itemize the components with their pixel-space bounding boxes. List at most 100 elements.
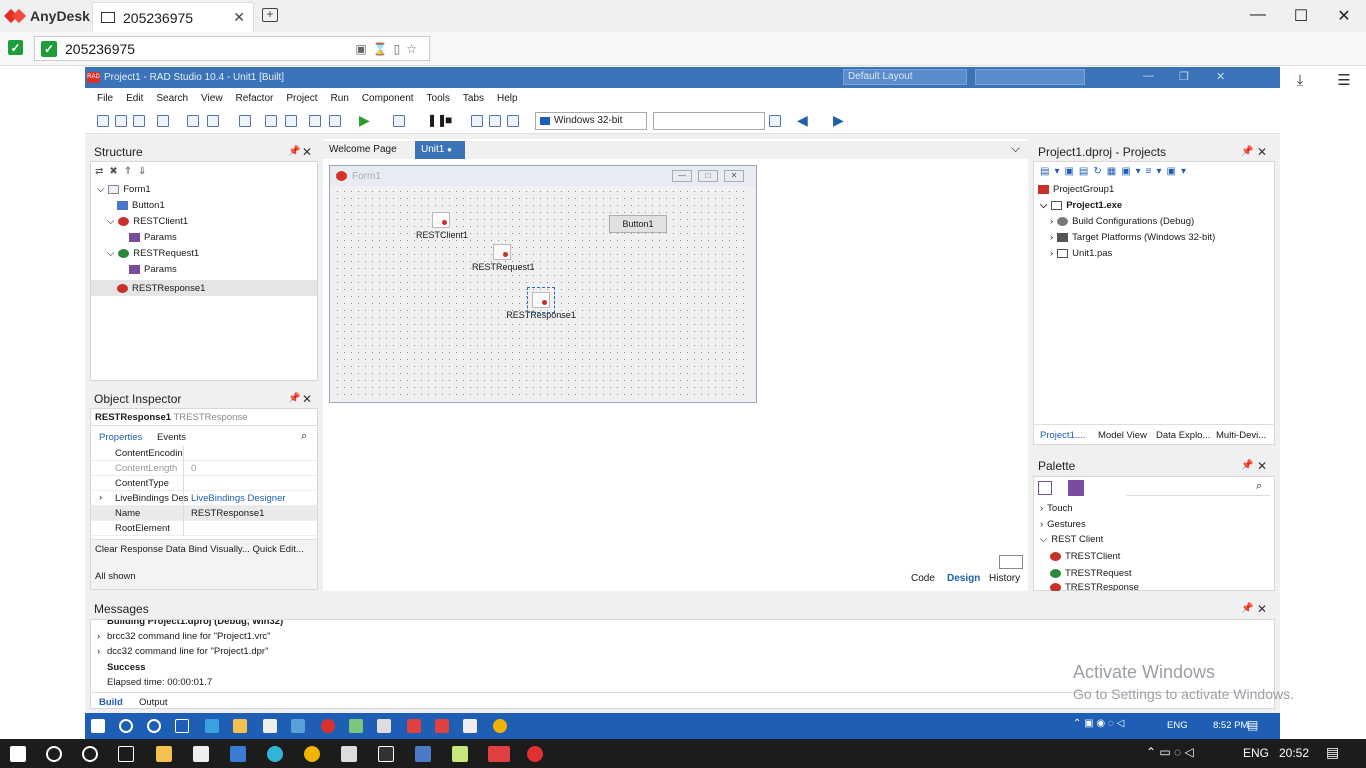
rest-request-component[interactable]: RESTRequest1: [472, 244, 535, 272]
configuration-select[interactable]: [653, 112, 765, 130]
tree-item[interactable]: ProjectGroup1: [1038, 184, 1114, 195]
session-tab[interactable]: 205236975 ✕: [92, 2, 254, 32]
tab-build[interactable]: Build: [99, 697, 123, 708]
message-line[interactable]: Elapsed time: 00:00:01.7: [107, 677, 212, 688]
menu-icon[interactable]: ☰: [1333, 70, 1355, 92]
ide-search-input[interactable]: [975, 69, 1085, 85]
remote-clock[interactable]: 8:52 PM: [1213, 720, 1248, 731]
close-icon[interactable]: ✕: [302, 145, 312, 159]
search-icon[interactable]: ⌕: [1256, 480, 1262, 493]
system-tray-icons[interactable]: ⌃ ▣ ◉ ◌ ◁: [1073, 718, 1124, 729]
local-lang[interactable]: ENG: [1243, 746, 1269, 760]
mail-icon[interactable]: [230, 746, 246, 762]
tree-item[interactable]: ⌵ RESTRequest1: [107, 248, 199, 259]
palette-item[interactable]: TRESTResponse: [1050, 583, 1139, 591]
remove-file-icon[interactable]: [329, 115, 341, 127]
tree-item[interactable]: › Unit1.pas: [1050, 248, 1112, 259]
tab-projects[interactable]: Project1....: [1040, 430, 1085, 441]
device-icon[interactable]: [769, 115, 781, 127]
system-tray-icons[interactable]: ⌃ ▭ ◌ ◁: [1146, 745, 1194, 759]
save-as-icon[interactable]: [265, 115, 277, 127]
pin-icon[interactable]: 📌: [288, 393, 300, 404]
explorer-icon[interactable]: [156, 746, 172, 762]
menu-project[interactable]: Project: [286, 93, 317, 104]
component-selector[interactable]: RESTResponse1 TRESTResponse: [91, 409, 317, 426]
rest-client-component[interactable]: RESTClient1: [416, 212, 468, 240]
close-icon[interactable]: ✕: [1257, 459, 1267, 473]
stop-icon[interactable]: ■: [445, 113, 452, 127]
palette-category[interactable]: › Touch: [1040, 503, 1073, 514]
message-line[interactable]: Success: [107, 662, 146, 673]
maximize-button[interactable]: ☐: [1291, 6, 1311, 26]
menu-search[interactable]: Search: [156, 93, 188, 104]
tab-close-icon[interactable]: ✕: [233, 9, 245, 26]
palette-category[interactable]: › Gestures: [1040, 519, 1086, 530]
form1-window[interactable]: Form1 — □ ✕ RESTClient1 RESTRequest1 RES…: [329, 165, 757, 403]
close-icon[interactable]: ✕: [1257, 602, 1267, 616]
menu-file[interactable]: File: [97, 93, 113, 104]
tab-unit1[interactable]: Unit1 ●: [415, 141, 465, 159]
tree-item[interactable]: Params: [129, 232, 177, 243]
chrome-icon[interactable]: [493, 719, 507, 733]
layout-select[interactable]: Default Layout: [843, 69, 967, 85]
remote-lang[interactable]: ENG: [1167, 720, 1188, 731]
property-row[interactable]: ContentLength 0: [91, 461, 317, 476]
save-all-icon[interactable]: [157, 115, 169, 127]
clear-response-data-link[interactable]: Clear Response Data: [95, 544, 186, 555]
ide-minimize-button[interactable]: —: [1143, 70, 1154, 82]
menu-tools[interactable]: Tools: [427, 93, 450, 104]
task-view-icon[interactable]: [175, 719, 189, 733]
message-line[interactable]: › dcc32 command line for "Project1.dpr": [97, 646, 268, 657]
notepad-icon[interactable]: [349, 719, 363, 733]
address-actions-icons[interactable]: ▣⌛▯☆: [355, 42, 423, 56]
structure-toolbar-icons[interactable]: ⇄✖⇑⇓: [95, 166, 153, 177]
notification-icon[interactable]: ▤: [1247, 718, 1258, 732]
search-icon[interactable]: [46, 746, 62, 762]
run-without-debug-icon[interactable]: [393, 115, 405, 127]
edge-icon[interactable]: [205, 719, 219, 733]
form-preview-icon[interactable]: [999, 555, 1023, 569]
store-icon[interactable]: [193, 746, 209, 762]
store-icon[interactable]: [263, 719, 277, 733]
save-project-icon[interactable]: [239, 115, 251, 127]
quick-edit-link[interactable]: Quick Edit...: [253, 544, 304, 555]
local-clock[interactable]: 20:52: [1279, 746, 1309, 760]
cmd-icon[interactable]: [378, 746, 394, 762]
address-bar[interactable]: ✓ 205236975 ▣⌛▯☆: [34, 36, 430, 61]
pin-icon[interactable]: 📌: [1241, 460, 1253, 471]
run-to-cursor-icon[interactable]: [507, 115, 519, 127]
explorer-icon[interactable]: [233, 719, 247, 733]
menu-run[interactable]: Run: [330, 93, 348, 104]
app-icon[interactable]: [463, 719, 477, 733]
ide-close-button[interactable]: ✕: [1216, 70, 1225, 83]
menu-edit[interactable]: Edit: [126, 93, 143, 104]
photos-icon[interactable]: [415, 746, 431, 762]
rest-response-component[interactable]: RESTResponse1: [506, 287, 576, 320]
message-line[interactable]: › brcc32 command line for "Project1.vrc": [97, 631, 271, 642]
revert-icon[interactable]: [285, 115, 297, 127]
close-icon[interactable]: ✕: [1257, 145, 1267, 159]
anydesk-icon[interactable]: [488, 746, 510, 762]
property-row[interactable]: › LiveBindings Des LiveBindings Designer: [91, 491, 317, 506]
pin-icon[interactable]: 📌: [288, 146, 300, 157]
open-folder-icon[interactable]: [309, 115, 321, 127]
tab-events[interactable]: Events: [157, 432, 186, 443]
trace-into-icon[interactable]: [489, 115, 501, 127]
app-icon[interactable]: [527, 746, 543, 762]
tree-item[interactable]: ⌵ Form1: [97, 184, 151, 195]
anydesk-icon[interactable]: [407, 719, 421, 733]
tree-item[interactable]: › Target Platforms (Windows 32-bit): [1050, 232, 1215, 243]
back-arrow-icon[interactable]: ◀: [797, 112, 808, 129]
close-button[interactable]: ✕: [1334, 6, 1354, 26]
tab-code[interactable]: Code: [911, 573, 935, 584]
property-row-selected[interactable]: Name RESTResponse1: [91, 506, 317, 521]
palette-item[interactable]: TRESTClient: [1050, 551, 1120, 562]
form1-design-surface[interactable]: RESTClient1 RESTRequest1 RESTResponse1 B…: [334, 188, 750, 398]
tab-history[interactable]: History: [989, 573, 1020, 584]
forward-arrow-icon[interactable]: ▶: [833, 112, 844, 129]
cortana-icon[interactable]: [82, 746, 98, 762]
tab-output[interactable]: Output: [139, 697, 168, 708]
pin-icon[interactable]: 📌: [1241, 146, 1253, 157]
tools-icon[interactable]: [341, 746, 357, 762]
bind-visually-link[interactable]: Bind Visually...: [188, 544, 249, 555]
